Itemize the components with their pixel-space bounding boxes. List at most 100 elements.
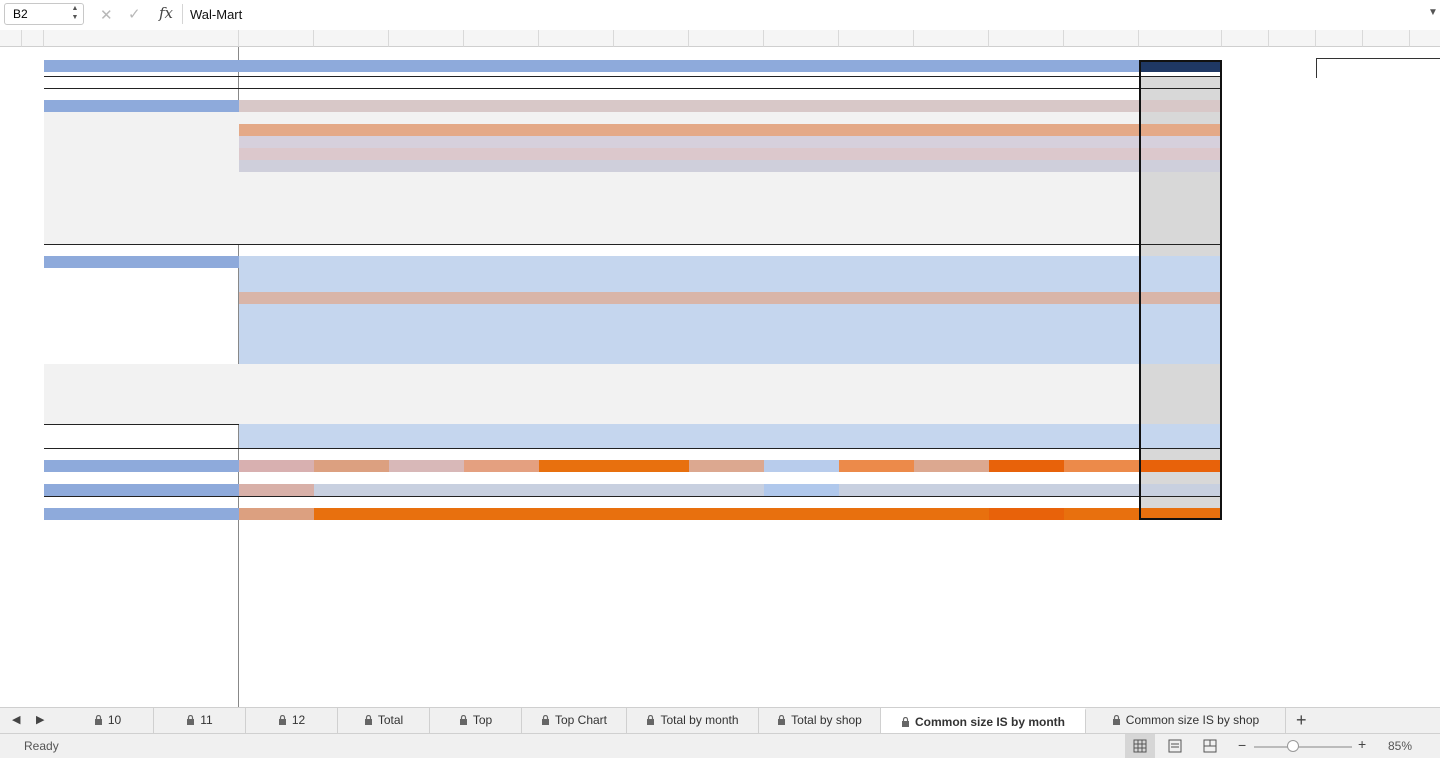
value-cell[interactable] xyxy=(239,256,314,268)
value-cell[interactable] xyxy=(539,292,614,304)
row-header[interactable] xyxy=(0,592,22,604)
column-header[interactable] xyxy=(764,30,839,47)
page-break-button[interactable] xyxy=(1195,734,1225,758)
value-cell[interactable] xyxy=(989,304,1064,316)
column-header[interactable] xyxy=(464,30,539,47)
row-header[interactable] xyxy=(0,448,22,460)
value-cell[interactable] xyxy=(1064,316,1139,328)
value-cell[interactable] xyxy=(464,148,539,160)
row-header[interactable] xyxy=(0,100,22,112)
value-cell[interactable] xyxy=(764,304,839,316)
value-cell[interactable] xyxy=(614,124,689,136)
row-header[interactable] xyxy=(0,508,22,520)
value-cell[interactable] xyxy=(389,256,464,268)
row-header[interactable] xyxy=(0,136,22,148)
value-cell[interactable] xyxy=(839,160,914,172)
row-header[interactable] xyxy=(0,400,22,412)
value-cell[interactable] xyxy=(464,136,539,148)
sheet-tab[interactable]: Total by month xyxy=(627,708,759,733)
row-header[interactable] xyxy=(0,340,22,352)
zoom-slider-thumb[interactable] xyxy=(1287,740,1300,752)
row-header[interactable] xyxy=(0,568,22,580)
value-cell[interactable] xyxy=(764,328,839,340)
value-cell[interactable] xyxy=(914,352,989,364)
month-header[interactable] xyxy=(689,60,764,72)
value-cell[interactable] xyxy=(989,148,1064,160)
value-cell[interactable] xyxy=(389,160,464,172)
value-cell[interactable] xyxy=(239,508,314,520)
value-cell[interactable] xyxy=(689,124,764,136)
value-cell[interactable] xyxy=(389,280,464,292)
value-cell[interactable] xyxy=(239,460,314,472)
value-cell[interactable] xyxy=(464,100,539,112)
value-cell[interactable] xyxy=(989,100,1064,112)
value-cell[interactable] xyxy=(314,328,389,340)
value-cell[interactable] xyxy=(914,436,989,448)
value-cell[interactable] xyxy=(764,124,839,136)
sheet-tab[interactable]: 11 xyxy=(154,708,246,733)
row-header[interactable] xyxy=(0,388,22,400)
value-cell[interactable] xyxy=(464,292,539,304)
value-cell[interactable] xyxy=(989,136,1064,148)
value-cell[interactable] xyxy=(989,292,1064,304)
value-cell[interactable] xyxy=(539,304,614,316)
name-box-stepper-icon[interactable]: ▲ ▼ xyxy=(70,4,80,22)
row-header[interactable] xyxy=(0,484,22,496)
value-cell[interactable] xyxy=(989,280,1064,292)
value-cell[interactable] xyxy=(839,136,914,148)
row-header[interactable] xyxy=(0,220,22,232)
value-cell[interactable] xyxy=(764,436,839,448)
value-cell[interactable] xyxy=(989,124,1064,136)
row-label[interactable] xyxy=(44,280,239,292)
row-label[interactable] xyxy=(44,316,239,328)
page-layout-button[interactable] xyxy=(1160,734,1190,758)
value-cell[interactable] xyxy=(764,292,839,304)
month-header[interactable] xyxy=(389,60,464,72)
value-cell[interactable] xyxy=(914,148,989,160)
value-cell[interactable] xyxy=(239,436,314,448)
tab-scroll-left-icon[interactable]: ◀ xyxy=(12,713,20,726)
value-cell[interactable] xyxy=(989,460,1064,472)
row-header[interactable] xyxy=(0,184,22,196)
value-cell[interactable] xyxy=(689,100,764,112)
row-header[interactable] xyxy=(0,364,22,376)
value-cell[interactable] xyxy=(614,460,689,472)
value-cell[interactable] xyxy=(389,460,464,472)
value-cell[interactable] xyxy=(314,340,389,352)
value-cell[interactable] xyxy=(314,316,389,328)
value-cell[interactable] xyxy=(539,316,614,328)
value-cell[interactable] xyxy=(689,508,764,520)
value-cell[interactable] xyxy=(314,508,389,520)
value-cell[interactable] xyxy=(464,508,539,520)
value-cell[interactable] xyxy=(1064,424,1139,436)
value-cell[interactable] xyxy=(614,436,689,448)
value-cell[interactable] xyxy=(839,424,914,436)
value-cell[interactable] xyxy=(989,484,1064,496)
value-cell[interactable] xyxy=(839,124,914,136)
sheet-tab[interactable]: Top xyxy=(430,708,522,733)
value-cell[interactable] xyxy=(914,304,989,316)
column-header[interactable] xyxy=(22,30,44,47)
value-cell[interactable] xyxy=(1064,292,1139,304)
value-cell[interactable] xyxy=(614,256,689,268)
normal-view-button[interactable] xyxy=(1125,734,1155,758)
value-cell[interactable] xyxy=(839,268,914,280)
row-header[interactable] xyxy=(0,436,22,448)
value-cell[interactable] xyxy=(914,280,989,292)
function-icon[interactable]: fx xyxy=(159,4,173,22)
value-cell[interactable] xyxy=(914,292,989,304)
row-label[interactable] xyxy=(44,340,239,352)
value-cell[interactable] xyxy=(389,136,464,148)
value-cell[interactable] xyxy=(1064,436,1139,448)
value-cell[interactable] xyxy=(239,124,314,136)
value-cell[interactable] xyxy=(689,340,764,352)
row-label[interactable] xyxy=(44,304,239,316)
formula-input[interactable]: Wal-Mart xyxy=(190,7,242,22)
row-header[interactable] xyxy=(0,352,22,364)
value-cell[interactable] xyxy=(914,316,989,328)
row-header[interactable] xyxy=(0,496,22,508)
value-cell[interactable] xyxy=(239,292,314,304)
value-cell[interactable] xyxy=(389,340,464,352)
value-cell[interactable] xyxy=(539,424,614,436)
column-header[interactable] xyxy=(1316,30,1363,47)
